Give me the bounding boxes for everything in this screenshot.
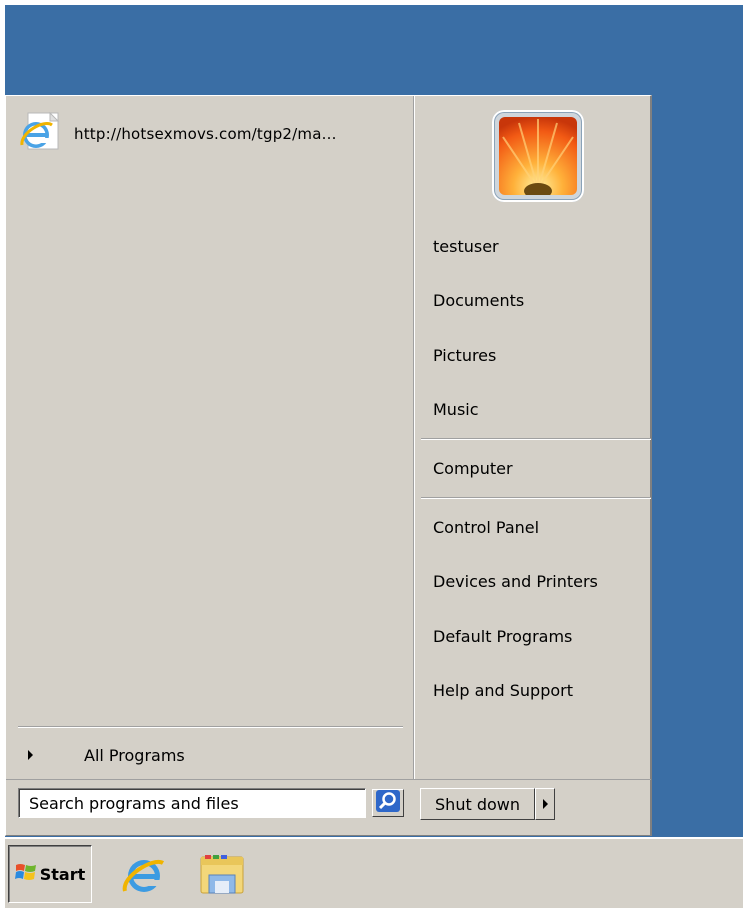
divider [18,726,403,728]
pinned-item-ie-url[interactable]: http://hotsexmovs.com/tgp2/ma... [18,111,337,157]
arrow-right-icon [28,750,33,760]
search-input[interactable] [18,788,366,818]
menu-item-devices-and-printers[interactable]: Devices and Printers [433,570,598,594]
shut-down-options-button[interactable] [535,788,555,820]
user-picture[interactable] [492,110,584,202]
windows-logo-icon [14,862,37,886]
menu-item-user-folder[interactable]: testuser [433,235,499,259]
start-label: Start [39,864,86,884]
taskbar: Start [5,838,743,908]
shut-down-label: Shut down [435,794,520,814]
arrow-right-icon [542,799,548,809]
divider [421,438,651,440]
divider [421,497,651,499]
all-programs-label: All Programs [84,745,185,765]
search-icon [376,790,400,816]
menu-item-music[interactable]: Music [433,398,479,422]
taskbar-internet-explorer[interactable] [117,849,171,903]
start-menu-bottom-bar: Shut down [6,779,651,837]
menu-item-control-panel[interactable]: Control Panel [433,516,539,540]
menu-item-help-and-support[interactable]: Help and Support [433,679,573,703]
programs-pane: http://hotsexmovs.com/tgp2/ma... All Pro… [6,96,414,779]
user-picture-image [499,117,577,195]
menu-item-computer[interactable]: Computer [433,457,513,481]
internet-explorer-icon [119,851,169,901]
taskbar-windows-explorer[interactable] [195,849,249,903]
menu-item-default-programs[interactable]: Default Programs [433,625,572,649]
menu-item-documents[interactable]: Documents [433,289,524,313]
pinned-item-label: http://hotsexmovs.com/tgp2/ma... [74,125,337,143]
shut-down-button[interactable]: Shut down [420,788,535,820]
start-button[interactable]: Start [8,845,92,903]
all-programs-button[interactable]: All Programs [20,744,400,766]
windows-explorer-icon [197,851,247,901]
start-menu: http://hotsexmovs.com/tgp2/ma... All Pro… [5,95,652,836]
places-pane: testuser Documents Pictures Music Comput… [414,96,652,779]
menu-item-pictures[interactable]: Pictures [433,344,496,368]
internet-explorer-icon [18,111,62,157]
search-button[interactable] [372,789,404,817]
